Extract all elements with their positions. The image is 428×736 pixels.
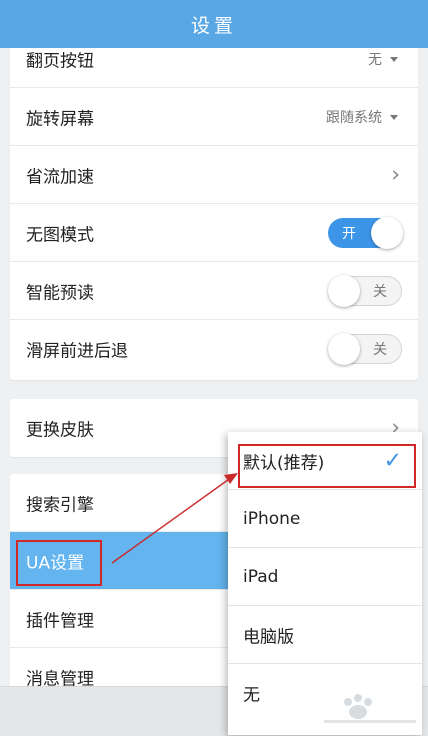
no-image-mode-toggle[interactable]: 开: [328, 216, 403, 249]
option-label: 电脑版: [243, 627, 294, 647]
title-bar: 设置: [0, 0, 428, 48]
ua-option-iphone[interactable]: iPhone: [228, 490, 422, 548]
setting-label: 搜索引擎: [26, 495, 94, 515]
setting-value: 无: [368, 51, 382, 68]
setting-data-saver[interactable]: 省流加速 ›: [10, 146, 418, 204]
annotation-box-default-option: [238, 444, 416, 488]
setting-label: 更换皮肤: [26, 420, 94, 441]
setting-label: 翻页按钮: [26, 51, 94, 71]
setting-label: 滑屏前进后退: [26, 341, 128, 362]
option-label: iPhone: [243, 508, 301, 529]
option-label: 无: [243, 685, 260, 706]
toggle-knob: [371, 216, 403, 249]
ua-option-desktop[interactable]: 电脑版: [228, 606, 422, 664]
setting-no-image-mode: 无图模式 开: [10, 204, 418, 262]
chevron-right-icon: ›: [391, 162, 400, 187]
toggle-text: 关: [373, 283, 387, 300]
toggle-text: 开: [342, 225, 356, 242]
toggle-knob: [328, 333, 360, 365]
paw-toe: [344, 698, 352, 706]
paw-pad: [349, 705, 367, 719]
caret-down-icon: [390, 114, 398, 120]
toggle-text: 关: [373, 342, 387, 358]
setting-smart-preload: 智能预读 关: [10, 262, 418, 320]
setting-label: 省流加速: [26, 167, 94, 187]
setting-swipe-navigation: 滑屏前进后退 关: [10, 320, 418, 378]
watermark-underline: [324, 720, 416, 723]
setting-label: 旋转屏幕: [26, 109, 94, 129]
setting-label: 插件管理: [26, 611, 94, 631]
paw-toe: [354, 694, 362, 702]
ua-option-ipad[interactable]: iPad: [228, 548, 422, 606]
annotation-box-ua-setting: [16, 540, 102, 586]
swipe-navigation-toggle[interactable]: 关: [328, 333, 402, 365]
settings-group-general: 翻页按钮 无 旋转屏幕 跟随系统 省流加速 › 无图模式 开 智能预读 关 滑屏…: [10, 30, 418, 380]
setting-label: 智能预读: [26, 283, 94, 303]
setting-value: 跟随系统: [326, 109, 382, 126]
toggle-knob: [328, 274, 360, 307]
smart-preload-toggle[interactable]: 关: [328, 274, 402, 307]
page-title: 设置: [190, 14, 237, 37]
watermark-logo-icon: [324, 694, 416, 723]
paw-toe: [364, 698, 372, 706]
option-label: iPad: [243, 566, 279, 587]
setting-label: 无图模式: [26, 225, 94, 245]
setting-rotate-screen[interactable]: 旋转屏幕 跟随系统: [10, 88, 418, 146]
caret-down-icon: [390, 56, 398, 62]
